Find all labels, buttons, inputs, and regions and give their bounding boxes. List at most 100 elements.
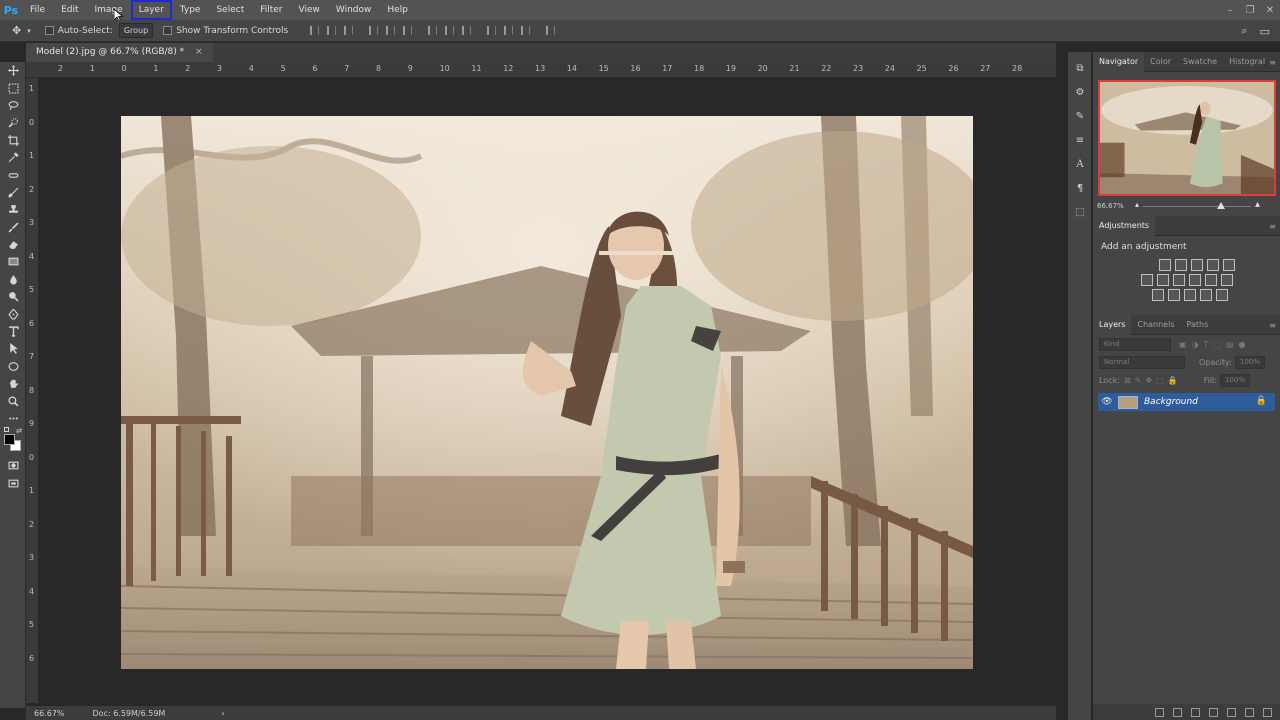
tab-histogram[interactable]: Histogral xyxy=(1223,52,1271,72)
opacity-value[interactable]: 100% xyxy=(1234,355,1265,369)
show-transform-checkbox[interactable] xyxy=(163,26,173,35)
color-balance-icon[interactable] xyxy=(1156,274,1169,286)
menu-image[interactable]: Image xyxy=(87,0,131,20)
tab-color[interactable]: Color xyxy=(1144,52,1177,72)
menu-edit[interactable]: Edit xyxy=(53,0,86,20)
blur-tool-icon[interactable] xyxy=(0,271,26,288)
distribute-hcenter-icon[interactable] xyxy=(504,26,514,35)
clone-stamp-tool-icon[interactable] xyxy=(0,201,26,218)
distribute-bottom-icon[interactable] xyxy=(462,26,472,35)
invert-icon[interactable] xyxy=(1151,289,1164,301)
tab-layers[interactable]: Layers xyxy=(1093,314,1132,335)
navigator-thumbnail[interactable] xyxy=(1098,80,1276,196)
document-tab[interactable]: Model (2).jpg @ 66.7% (RGB/8) * × xyxy=(26,43,213,62)
align-hcenter-icon[interactable] xyxy=(386,26,396,35)
document-close-icon[interactable]: × xyxy=(195,47,203,57)
menu-file[interactable]: File xyxy=(22,0,53,20)
menu-select[interactable]: Select xyxy=(208,0,252,20)
align-right-icon[interactable] xyxy=(403,26,413,35)
menu-filter[interactable]: Filter xyxy=(252,0,290,20)
brush-presets-icon[interactable]: ✎ xyxy=(1068,104,1092,128)
more-tools-icon[interactable] xyxy=(0,410,26,427)
blend-mode-select[interactable]: Normal xyxy=(1099,355,1185,369)
auto-select-checkbox[interactable] xyxy=(44,26,54,35)
eraser-tool-icon[interactable] xyxy=(0,236,26,253)
menu-layer[interactable]: Layer xyxy=(130,0,172,20)
foreground-color-swatch[interactable] xyxy=(4,434,15,446)
screen-mode-icon[interactable] xyxy=(0,475,26,492)
auto-select-target-select[interactable]: Group xyxy=(118,23,154,38)
curves-icon[interactable] xyxy=(1190,259,1203,271)
distribute-right-icon[interactable] xyxy=(521,26,531,35)
minimize-button[interactable]: – xyxy=(1220,0,1240,20)
paragraph-panel-icon[interactable]: ¶ xyxy=(1068,176,1092,200)
menu-type[interactable]: Type xyxy=(172,0,209,20)
color-lookup-icon[interactable] xyxy=(1220,274,1233,286)
history-panel-icon[interactable]: ⧉ xyxy=(1068,56,1092,80)
gradient-tool-icon[interactable] xyxy=(0,253,26,270)
layer-style-icon[interactable] xyxy=(1173,707,1182,717)
zoom-tool-icon[interactable] xyxy=(0,392,26,409)
black-white-icon[interactable] xyxy=(1172,274,1185,286)
crop-tool-icon[interactable] xyxy=(0,132,26,149)
tab-adjustments[interactable]: Adjustments xyxy=(1093,215,1156,236)
levels-icon[interactable] xyxy=(1174,259,1187,271)
new-layer-icon[interactable] xyxy=(1245,707,1254,717)
photo-filter-icon[interactable] xyxy=(1188,274,1201,286)
distribute-vcenter-icon[interactable] xyxy=(445,26,455,35)
eyedropper-tool-icon[interactable] xyxy=(0,149,26,166)
gradient-map-icon[interactable] xyxy=(1199,289,1212,301)
dodge-tool-icon[interactable] xyxy=(0,288,26,305)
pen-tool-icon[interactable] xyxy=(0,305,26,322)
tab-channels[interactable]: Channels xyxy=(1131,315,1180,335)
layer-name[interactable]: Background xyxy=(1144,397,1198,407)
hand-tool-icon[interactable] xyxy=(0,375,26,392)
history-brush-tool-icon[interactable] xyxy=(0,219,26,236)
zoom-level[interactable]: 66.67% xyxy=(26,709,73,718)
zoom-out-icon[interactable]: ▴ xyxy=(1135,200,1139,209)
panel-menu-icon[interactable]: ≡ xyxy=(1269,58,1276,67)
tab-paths[interactable]: Paths xyxy=(1181,315,1215,335)
panel-menu-icon[interactable]: ≡ xyxy=(1269,222,1276,231)
hue-saturation-icon[interactable] xyxy=(1140,274,1153,286)
new-adjustment-layer-icon[interactable] xyxy=(1209,707,1218,717)
selective-color-icon[interactable] xyxy=(1215,289,1228,301)
restore-button[interactable]: ❐ xyxy=(1240,0,1260,20)
vibrance-icon[interactable] xyxy=(1222,259,1235,271)
align-vcenter-icon[interactable] xyxy=(327,26,337,35)
move-tool-icon[interactable]: ✥ xyxy=(0,24,27,37)
tool-preset-dropdown-icon[interactable]: ▾ xyxy=(27,27,37,35)
menu-view[interactable]: View xyxy=(291,0,328,20)
actions-panel-icon[interactable]: ≡ xyxy=(1068,128,1092,152)
posterize-icon[interactable] xyxy=(1167,289,1180,301)
auto-align-layers-icon[interactable] xyxy=(546,26,556,35)
exposure-icon[interactable] xyxy=(1206,259,1219,271)
tab-navigator[interactable]: Navigator xyxy=(1093,51,1145,72)
threshold-icon[interactable] xyxy=(1183,289,1196,301)
menu-help[interactable]: Help xyxy=(379,0,416,20)
add-mask-icon[interactable] xyxy=(1191,707,1200,717)
path-selection-tool-icon[interactable] xyxy=(0,340,26,357)
character-panel-icon[interactable]: A xyxy=(1068,152,1092,176)
distribute-left-icon[interactable] xyxy=(487,26,497,35)
new-group-icon[interactable] xyxy=(1227,707,1236,717)
navigator-zoom-value[interactable]: 66.67% xyxy=(1097,202,1124,210)
default-colors-icon[interactable] xyxy=(4,427,9,433)
fill-value[interactable]: 100% xyxy=(1219,373,1250,387)
marquee-tool-icon[interactable] xyxy=(0,79,26,96)
lasso-tool-icon[interactable] xyxy=(0,97,26,114)
panel-menu-icon[interactable]: ≡ xyxy=(1269,321,1276,330)
spot-healing-tool-icon[interactable] xyxy=(0,166,26,183)
quick-selection-tool-icon[interactable] xyxy=(0,114,26,131)
tab-swatches[interactable]: Swatche xyxy=(1177,52,1223,72)
link-layers-icon[interactable] xyxy=(1155,707,1164,717)
brightness-contrast-icon[interactable] xyxy=(1158,259,1171,271)
swap-colors-icon[interactable]: ⇄ xyxy=(16,427,22,435)
document-image[interactable] xyxy=(121,116,973,669)
properties-panel-icon[interactable]: ⚙ xyxy=(1068,80,1092,104)
zoom-in-icon[interactable]: ▴ xyxy=(1255,199,1260,210)
workspace-icon[interactable]: ▭ xyxy=(1254,25,1276,38)
delete-layer-icon[interactable] xyxy=(1263,707,1272,717)
navigator-zoom-knob[interactable] xyxy=(1216,202,1225,209)
layer-comps-icon[interactable]: ⬚ xyxy=(1068,200,1092,224)
